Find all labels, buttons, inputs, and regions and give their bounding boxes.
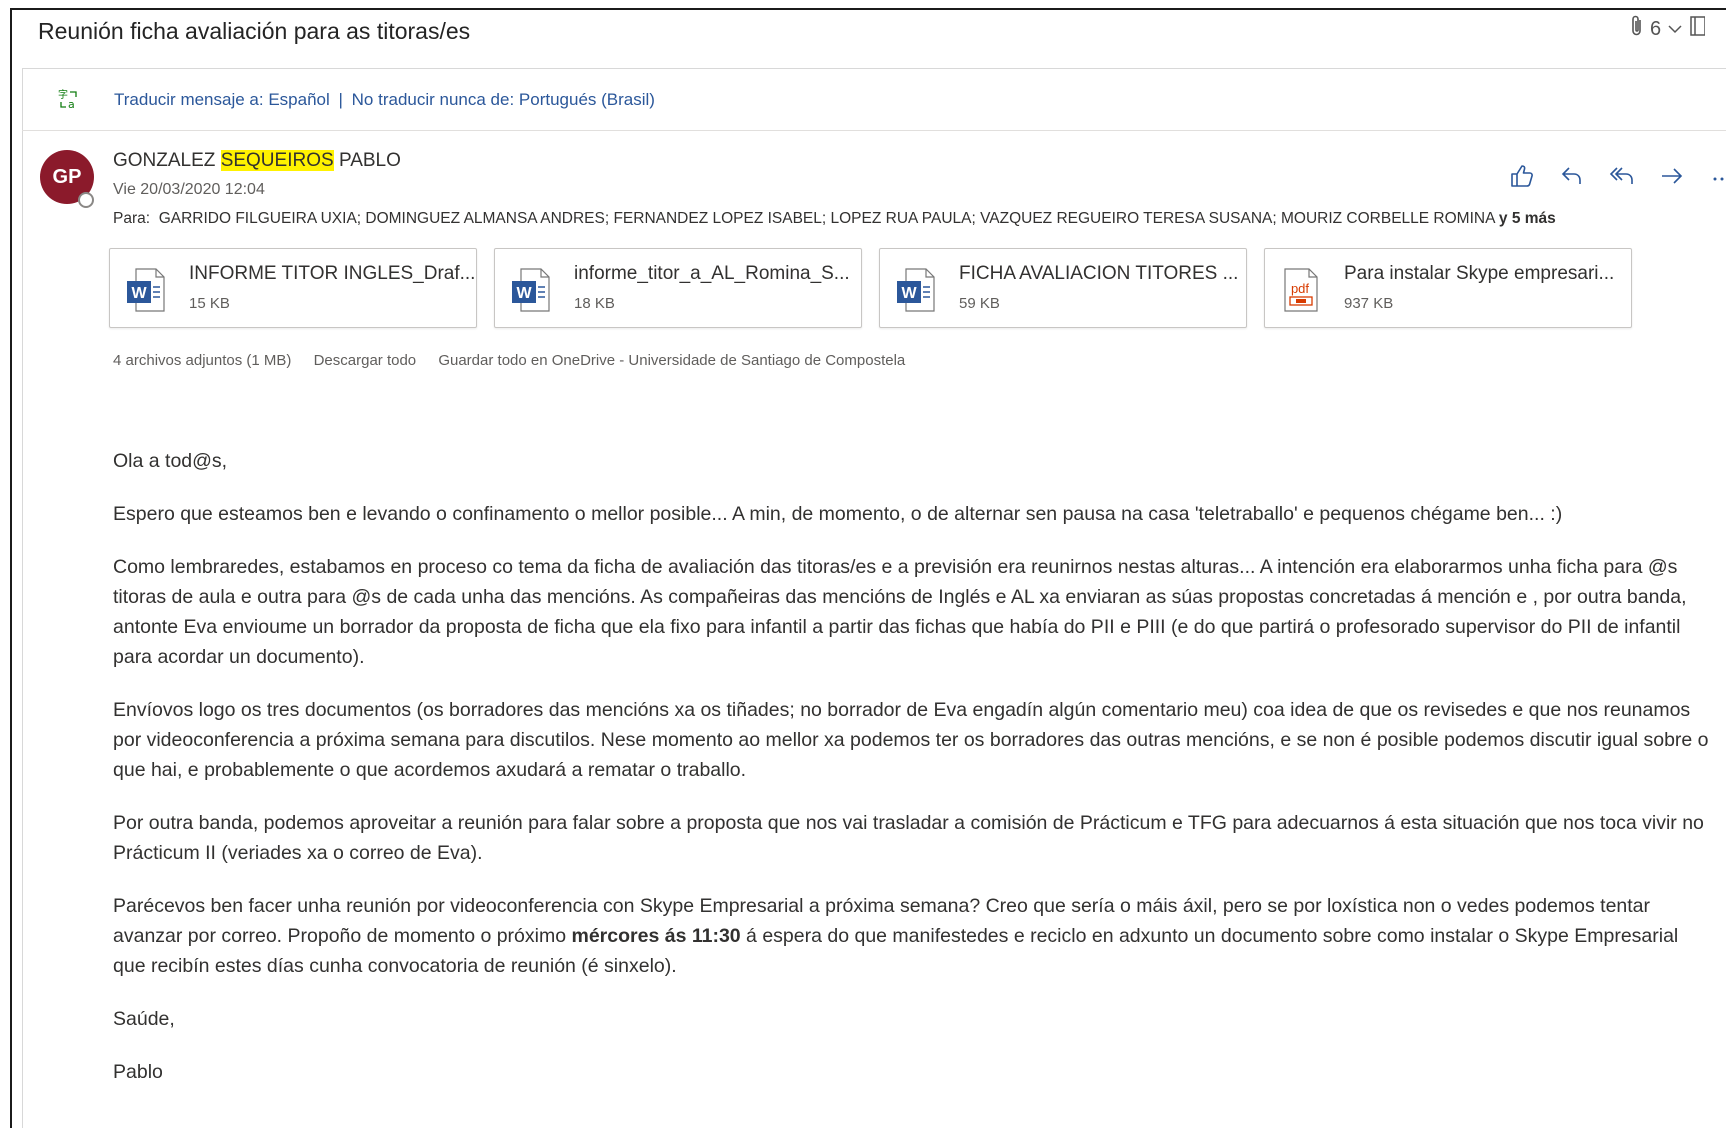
svg-text:W: W bbox=[131, 285, 147, 302]
to-label: Para: bbox=[113, 210, 151, 227]
paragraph-2: Como lembraredes, estabamos en proceso c… bbox=[113, 556, 1687, 668]
message-body: Ola a tod@s, Espero que esteamos ben e l… bbox=[113, 446, 1713, 1110]
chevron-down-icon[interactable] bbox=[1667, 18, 1683, 41]
attachments-count: 4 archivos adjuntos (1 MB) bbox=[113, 352, 292, 369]
svg-text:W: W bbox=[901, 285, 917, 302]
sender-name-part1: GONZALEZ bbox=[113, 150, 216, 171]
meeting-time: mércores ás 11:30 bbox=[571, 925, 741, 947]
reply-icon[interactable] bbox=[1558, 162, 1586, 190]
attachment-card[interactable]: W INFORME TITOR INGLES_Draf... 15 KB bbox=[109, 248, 477, 328]
svg-text:pdf: pdf bbox=[1291, 281, 1309, 296]
sender-name[interactable]: GONZALEZ SEQUEIROS PABLO bbox=[113, 150, 401, 172]
translate-message-link[interactable]: Traducir mensaje a: Español bbox=[114, 90, 330, 109]
never-translate-link[interactable]: No traducir nunca de: Portugués (Brasil) bbox=[352, 90, 655, 109]
attachment-name: Para instalar Skype empresari... bbox=[1344, 263, 1615, 284]
attachment-card[interactable]: W informe_titor_a_AL_Romina_S... 18 KB bbox=[494, 248, 862, 328]
forward-icon[interactable] bbox=[1658, 162, 1686, 190]
paperclip-icon bbox=[1630, 14, 1644, 44]
attachment-name: informe_titor_a_AL_Romina_S... bbox=[574, 263, 850, 284]
attachment-name: FICHA AVALIACION TITORES ... bbox=[959, 263, 1239, 284]
thread-info[interactable]: 6 bbox=[1630, 14, 1706, 44]
translation-bar: 字 a Traducir mensaje a: Español | No tra… bbox=[22, 68, 1726, 131]
paragraph-1: Espero que esteamos ben e levando o conf… bbox=[113, 503, 1563, 525]
attachment-size: 18 KB bbox=[574, 295, 615, 312]
more-options-icon[interactable] bbox=[1708, 162, 1726, 190]
signature: Pablo bbox=[113, 1061, 163, 1083]
closing: Saúde, bbox=[113, 1008, 175, 1030]
paragraph-5: Parécevos ben facer unha reunión por vid… bbox=[113, 891, 1713, 981]
attachment-card[interactable]: W FICHA AVALIACION TITORES ... 59 KB bbox=[879, 248, 1247, 328]
download-all-button[interactable]: Descargar todo bbox=[314, 352, 417, 369]
save-onedrive-button[interactable]: Guardar todo en OneDrive - Universidade … bbox=[438, 352, 905, 369]
email-subject: Reunión ficha avaliación para as titoras… bbox=[38, 18, 471, 44]
translate-icon: 字 a bbox=[58, 88, 80, 115]
translation-links: Traducir mensaje a: Español | No traduci… bbox=[114, 90, 655, 110]
message-actions bbox=[1508, 162, 1726, 190]
reply-all-icon[interactable] bbox=[1608, 162, 1636, 190]
attachment-card[interactable]: pdf Para instalar Skype empresari... 937… bbox=[1264, 248, 1632, 328]
greeting: Ola a tod@s, bbox=[113, 450, 228, 472]
word-file-icon: W bbox=[511, 267, 551, 318]
search-highlight: SEQUEIROS bbox=[220, 150, 334, 171]
paragraph-3: Envíovos logo os tres documentos (os bor… bbox=[113, 699, 1709, 781]
panel-icon[interactable] bbox=[1689, 15, 1706, 43]
translate-separator: | bbox=[338, 90, 343, 109]
attachments-meta: 4 archivos adjuntos (1 MB) Descargar tod… bbox=[113, 352, 923, 369]
sent-date: Vie 20/03/2020 12:04 bbox=[113, 181, 265, 198]
svg-text:a: a bbox=[68, 98, 75, 110]
word-file-icon: W bbox=[126, 267, 166, 318]
svg-text:W: W bbox=[516, 285, 532, 302]
attachment-size: 937 KB bbox=[1344, 295, 1394, 312]
attachment-size: 15 KB bbox=[189, 295, 230, 312]
like-icon[interactable] bbox=[1508, 162, 1536, 190]
sender-name-part2: PABLO bbox=[338, 150, 401, 171]
attachment-size: 59 KB bbox=[959, 295, 1000, 312]
paragraph-4: Por outra banda, podemos aproveitar a re… bbox=[113, 812, 1704, 864]
thread-count: 6 bbox=[1650, 17, 1662, 40]
svg-text:字: 字 bbox=[58, 88, 68, 101]
more-recipients-link[interactable]: y 5 más bbox=[1499, 210, 1556, 227]
attachment-name: INFORME TITOR INGLES_Draf... bbox=[189, 263, 476, 284]
presence-status-icon bbox=[78, 192, 94, 208]
recipients-line: Para: GARRIDO FILGUEIRA UXIA; DOMINGUEZ … bbox=[113, 210, 1556, 228]
to-list[interactable]: GARRIDO FILGUEIRA UXIA; DOMINGUEZ ALMANS… bbox=[159, 210, 1495, 227]
pdf-file-icon: pdf bbox=[1281, 267, 1321, 318]
word-file-icon: W bbox=[896, 267, 936, 318]
